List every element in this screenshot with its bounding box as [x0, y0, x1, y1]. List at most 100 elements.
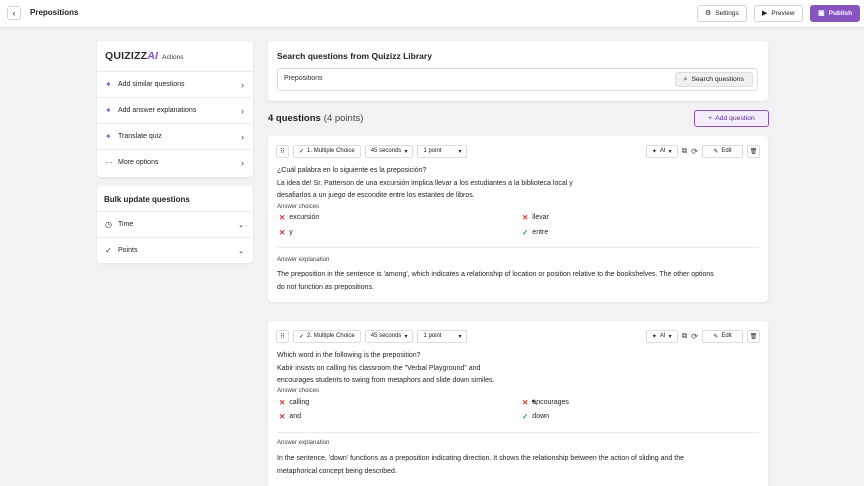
questions-count: 4 questions (4 points) [268, 113, 363, 124]
answer-text: calling [289, 399, 310, 406]
gear-icon: ⚙ [705, 10, 712, 17]
delete-button[interactable]: 🗑 [747, 329, 760, 343]
search-questions-button[interactable]: ⌕ Search questions [674, 72, 753, 87]
question-text: Which word in the following is the prepo… [277, 350, 617, 388]
points-total: (4 points) [323, 113, 364, 124]
quizizz-ai-logo: QUIZIZZAI Actions [105, 50, 183, 62]
duplicate-icon[interactable]: ⟳ [691, 147, 698, 156]
wrong-icon: ✕ [522, 213, 529, 222]
settings-button[interactable]: ⚙ Settings [697, 5, 747, 22]
caret-down-icon: ▾ [458, 333, 462, 340]
menu-item-label: Add answer explanations [118, 107, 197, 114]
drag-handle[interactable]: ⠿ [276, 329, 289, 343]
search-icon: ⌕ [683, 76, 688, 83]
question-card: ⠿ ✓ 2. Multiple Choice 45 seconds ▾ 1 poin… [268, 321, 768, 486]
clock-icon: ◷ [105, 220, 112, 229]
answer-text: and [289, 413, 301, 420]
edit-button[interactable]: ✎ Edit [702, 144, 743, 158]
bulk-update-title: Bulk update questions [104, 195, 190, 204]
delete-button[interactable]: 🗑 [747, 144, 760, 158]
answer-choice: ✕ excursión [279, 213, 319, 222]
question-type-chip: ✓ 1. Multiple Choice [293, 144, 361, 158]
drag-icon: ⠿ [280, 148, 285, 155]
check-icon: ✓ [299, 333, 305, 340]
answer-choices-title: Answer choices [277, 204, 320, 210]
question-text: ¿Cuál palabra en lo siguiente es la prep… [277, 165, 617, 203]
bulk-points-item[interactable]: ✓ Points ⌄ [97, 237, 252, 263]
back-button[interactable]: ‹ [7, 6, 21, 20]
answer-explanation-text: In the sentence, 'down' functions as a p… [277, 453, 757, 478]
add-similar-questions-item[interactable]: ✦ Add similar questions › [97, 71, 252, 97]
logo-text: QUIZIZZ [105, 50, 148, 62]
time-select[interactable]: 45 seconds ▾ [364, 329, 414, 343]
search-input[interactable] [284, 75, 584, 82]
bulk-time-item[interactable]: ◷ Time ⌄ [97, 211, 252, 237]
question-line: Kabir insists on calling his classroom t… [277, 364, 481, 372]
page-title: Prepositions [30, 8, 79, 17]
wrong-icon: ✕ [279, 398, 286, 407]
explanation-line: metaphorical concept being described. [277, 467, 397, 475]
question-line: encourages students to swing from metaph… [277, 377, 495, 384]
check-icon: ✓ [105, 246, 112, 255]
answer-choice: ✕ and [279, 412, 301, 421]
points-select[interactable]: 1 point ▾ [417, 329, 468, 343]
bulk-item-label: Time [118, 221, 134, 228]
explanation-line: The preposition in the sentence is 'amon… [277, 271, 714, 278]
pencil-icon: ✎ [713, 333, 719, 340]
question-line: La idea de! Sr. Patterson de una excursi… [277, 179, 573, 187]
points-select[interactable]: 1 point ▾ [417, 144, 468, 158]
edit-label: Edit [721, 148, 732, 154]
answer-choice: ✕ calling [279, 398, 309, 407]
pencil-icon: ✎ [713, 148, 719, 155]
copy-icon[interactable]: ⧉ [682, 331, 688, 341]
ai-enhance-button[interactable]: ✦ AI ▾ [645, 329, 678, 343]
ai-label: AI [659, 148, 666, 154]
divider [277, 432, 759, 433]
ai-enhance-button[interactable]: ✦ AI ▾ [645, 144, 678, 158]
answer-explanation-title: Answer explanation [277, 440, 330, 446]
search-box: ⌕ Search questions [277, 68, 758, 91]
drag-handle[interactable]: ⠿ [276, 144, 289, 158]
preview-label: Preview [771, 10, 795, 17]
drag-icon: ⠿ [280, 333, 285, 340]
mouse-cursor: ↖ [531, 397, 539, 407]
question-type-label: 2. Multiple Choice [307, 333, 355, 339]
copy-icon[interactable]: ⧉ [682, 146, 688, 156]
add-answer-explanations-item[interactable]: ✦ Add answer explanations › [97, 97, 252, 123]
answer-text: y [289, 229, 293, 236]
time-select[interactable]: 45 seconds ▾ [364, 144, 414, 158]
answer-text: down [532, 413, 550, 420]
publish-button[interactable]: ▣ Publish [810, 5, 861, 22]
preview-button[interactable]: ▶ Preview [754, 5, 803, 22]
settings-label: Settings [715, 10, 739, 17]
question-line: ¿Cuál palabra en lo siguiente es la prep… [277, 167, 427, 174]
explanation-line: In the sentence, 'down' functions as a p… [277, 455, 684, 462]
more-options-item[interactable]: ··· More options › [97, 149, 252, 175]
caret-down-icon: ▾ [404, 148, 408, 155]
chevron-right-icon: › [241, 131, 244, 142]
question-toolbar: ⠿ ✓ 2. Multiple Choice 45 seconds ▾ 1 poin… [276, 329, 760, 343]
wrong-icon: ✕ [279, 412, 286, 421]
duplicate-icon[interactable]: ⟳ [691, 332, 698, 341]
save-icon: ▣ [818, 10, 825, 17]
question-line: desafiarlos a un juego de escondite entr… [277, 192, 475, 199]
translate-quiz-item[interactable]: ✦ Translate quiz › [97, 123, 252, 149]
sparkle-icon: ✦ [105, 106, 112, 115]
time-value: 45 seconds [370, 333, 402, 339]
more-icon: ··· [105, 158, 113, 167]
question-count-text: 4 questions [268, 113, 321, 124]
answer-choice: ✕ encourages [522, 398, 569, 407]
menu-item-label: Translate quiz [118, 133, 162, 140]
add-question-button[interactable]: + Add question [694, 110, 769, 127]
caret-down-icon: ▾ [404, 333, 408, 340]
answer-text: excursión [289, 214, 320, 221]
answer-choices-title: Answer choices [277, 388, 320, 394]
question-card: ⠿ ✓ 1. Multiple Choice 45 seconds ▾ 1 poin… [268, 136, 768, 302]
check-icon: ✓ [299, 148, 305, 155]
caret-down-icon: ▾ [668, 148, 672, 155]
edit-button[interactable]: ✎ Edit [702, 329, 743, 343]
question-toolbar: ⠿ ✓ 1. Multiple Choice 45 seconds ▾ 1 poin… [276, 144, 760, 158]
answer-choice: ✓ entre [522, 228, 548, 237]
time-value: 45 seconds [370, 148, 402, 154]
answer-choice: ✕ llevar [522, 213, 549, 222]
